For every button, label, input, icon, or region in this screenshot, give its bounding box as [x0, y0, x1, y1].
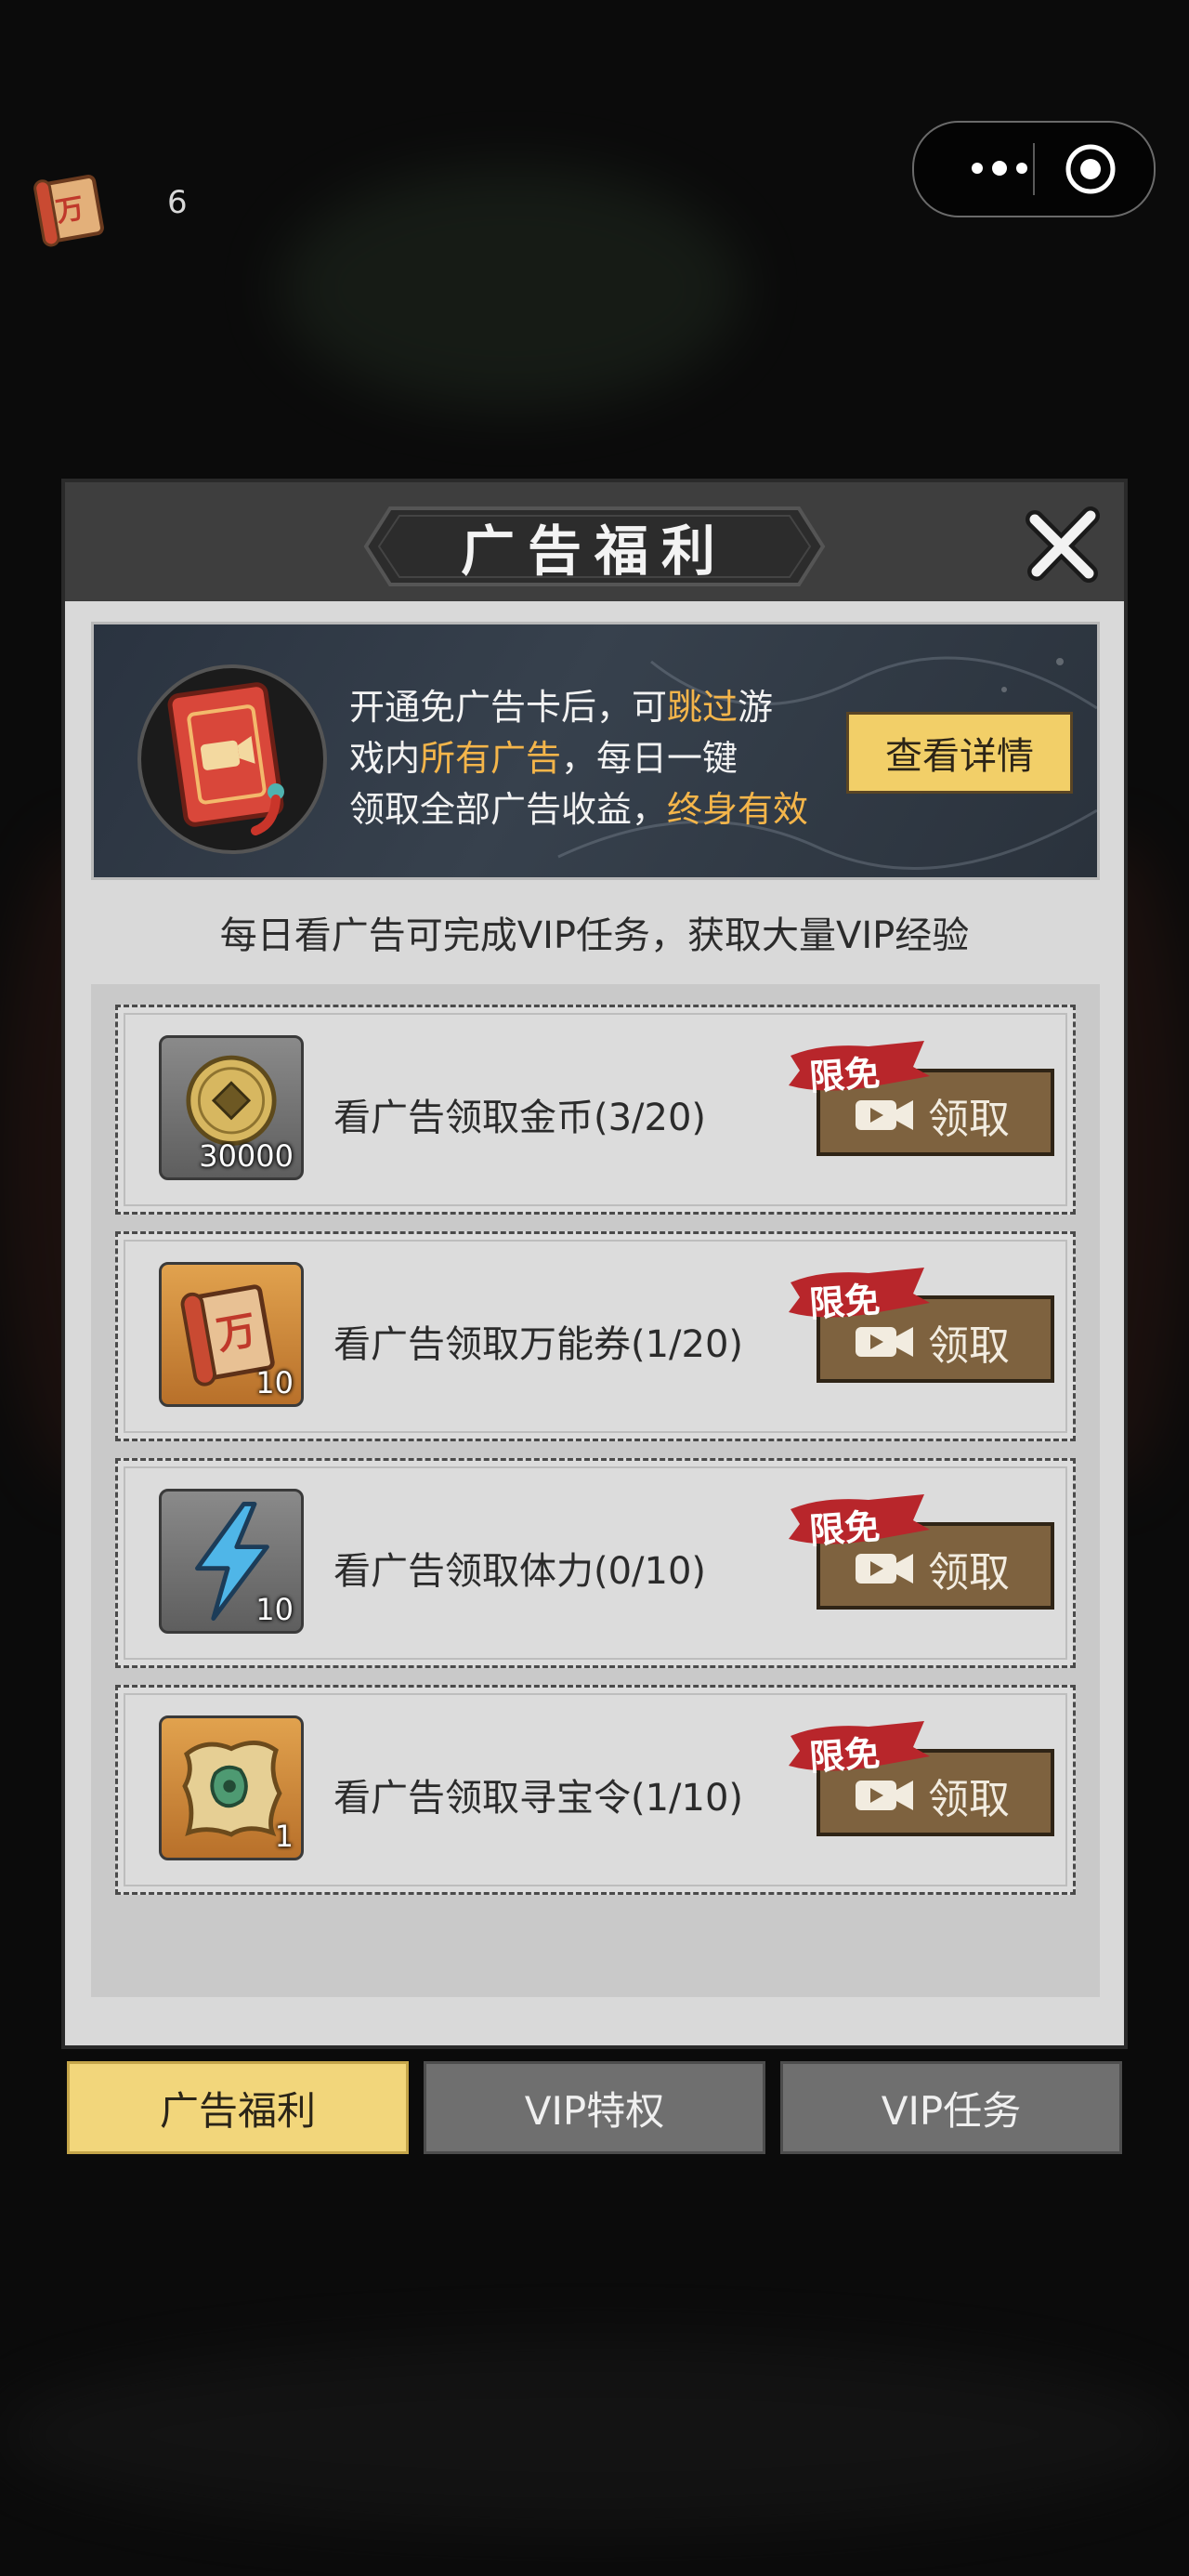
dialog-tabs: 广告福利 VIP特权 VIP任务 — [67, 2061, 1122, 2154]
treasure-map-icon: 1 — [159, 1715, 304, 1860]
banner-line1-end: 游 — [738, 687, 774, 728]
claim-label: 领取 — [928, 1322, 1010, 1370]
lightning-icon: 10 — [159, 1489, 304, 1634]
video-camera-icon — [856, 1554, 913, 1584]
free-tag: 限免 — [785, 1492, 932, 1552]
banner-highlight-lifetime: 终身有效 — [667, 789, 809, 830]
ad-free-card-banner: 开通免广告卡后，可跳过游 戏内所有广告，每日一键 领取全部广告收益，终身有效 查… — [91, 622, 1100, 880]
reward-row-stamina: 10 看广告领取体力(0/10) 领取 限免 — [115, 1458, 1076, 1668]
free-tag: 限免 — [785, 1719, 932, 1779]
reward-qty: 1 — [274, 1819, 294, 1854]
video-camera-icon — [856, 1781, 913, 1810]
scroll-ticket-icon: 万 10 — [159, 1262, 304, 1407]
vip-notice: 每日看广告可完成VIP任务，获取大量VIP经验 — [219, 914, 970, 957]
banner-line2: 戏内 — [349, 738, 421, 779]
free-tag-label: 限免 — [807, 1731, 882, 1779]
close-icon[interactable] — [1022, 503, 1105, 586]
claim-label: 领取 — [928, 1549, 1010, 1597]
free-tag-label: 限免 — [807, 1278, 882, 1325]
currency-count: 6 — [167, 184, 188, 221]
capsule-divider — [1033, 143, 1035, 195]
reward-row-coins: 30000 看广告领取金币(3/20) 领取 限免 — [115, 1005, 1076, 1215]
mini-program-capsule[interactable] — [912, 121, 1156, 217]
claim-label: 领取 — [928, 1776, 1010, 1823]
video-camera-icon — [856, 1100, 913, 1130]
video-camera-icon — [856, 1327, 913, 1357]
reward-qty: 10 — [255, 1592, 294, 1627]
reward-row-treasure: 1 看广告领取寻宝令(1/10) 领取 限免 — [115, 1685, 1076, 1895]
svg-text:万: 万 — [213, 1306, 259, 1359]
dialog-header: 广告福利 — [65, 482, 1124, 601]
svg-text:万: 万 — [53, 192, 86, 230]
more-menu-icon[interactable] — [966, 154, 1033, 182]
tab-ad-welfare[interactable]: 广告福利 — [67, 2061, 409, 2154]
coin-icon: 30000 — [159, 1035, 304, 1180]
close-program-icon[interactable] — [1065, 143, 1117, 195]
claim-label: 领取 — [928, 1096, 1010, 1143]
banner-highlight-all-ads: 所有广告 — [420, 738, 562, 779]
banner-description: 开通免广告卡后，可跳过游 戏内所有广告，每日一键 领取全部广告收益，终身有效 — [349, 682, 842, 835]
reward-list: 30000 看广告领取金币(3/20) 领取 限免 万 10 看广告领取万能券(… — [91, 984, 1100, 1997]
free-tag-label: 限免 — [807, 1505, 882, 1552]
reward-qty: 10 — [255, 1365, 294, 1400]
reward-row-tickets: 万 10 看广告领取万能券(1/20) 领取 限免 — [115, 1231, 1076, 1441]
reward-label: 看广告领取金币(3/20) — [333, 1097, 707, 1139]
free-tag: 限免 — [785, 1266, 932, 1325]
ad-welfare-dialog: 广告福利 开通免广告卡后，可跳过游 戏内所有广告，每日一键 领取全部广告收益，终… — [61, 479, 1128, 2049]
banner-line3: 领取全部广告收益， — [349, 789, 668, 830]
reward-label: 看广告领取体力(0/10) — [333, 1550, 707, 1593]
banner-highlight-skip: 跳过 — [667, 687, 738, 728]
free-tag-label: 限免 — [807, 1051, 882, 1098]
reward-qty: 30000 — [199, 1138, 294, 1174]
title-plate: 广告福利 — [362, 505, 827, 588]
ticket-scroll-icon: 万 — [28, 167, 111, 251]
free-tag: 限免 — [785, 1039, 932, 1098]
dialog-title: 广告福利 — [460, 519, 728, 583]
banner-line2-end: ，每日一键 — [561, 738, 738, 779]
tab-vip-privileges[interactable]: VIP特权 — [424, 2061, 765, 2154]
ad-free-card-icon — [135, 662, 330, 857]
tab-vip-tasks[interactable]: VIP任务 — [780, 2061, 1122, 2154]
reward-label: 看广告领取万能券(1/20) — [333, 1323, 744, 1366]
view-details-button[interactable]: 查看详情 — [846, 712, 1073, 794]
reward-label: 看广告领取寻宝令(1/10) — [333, 1777, 744, 1820]
banner-line1: 开通免广告卡后，可 — [349, 687, 668, 728]
